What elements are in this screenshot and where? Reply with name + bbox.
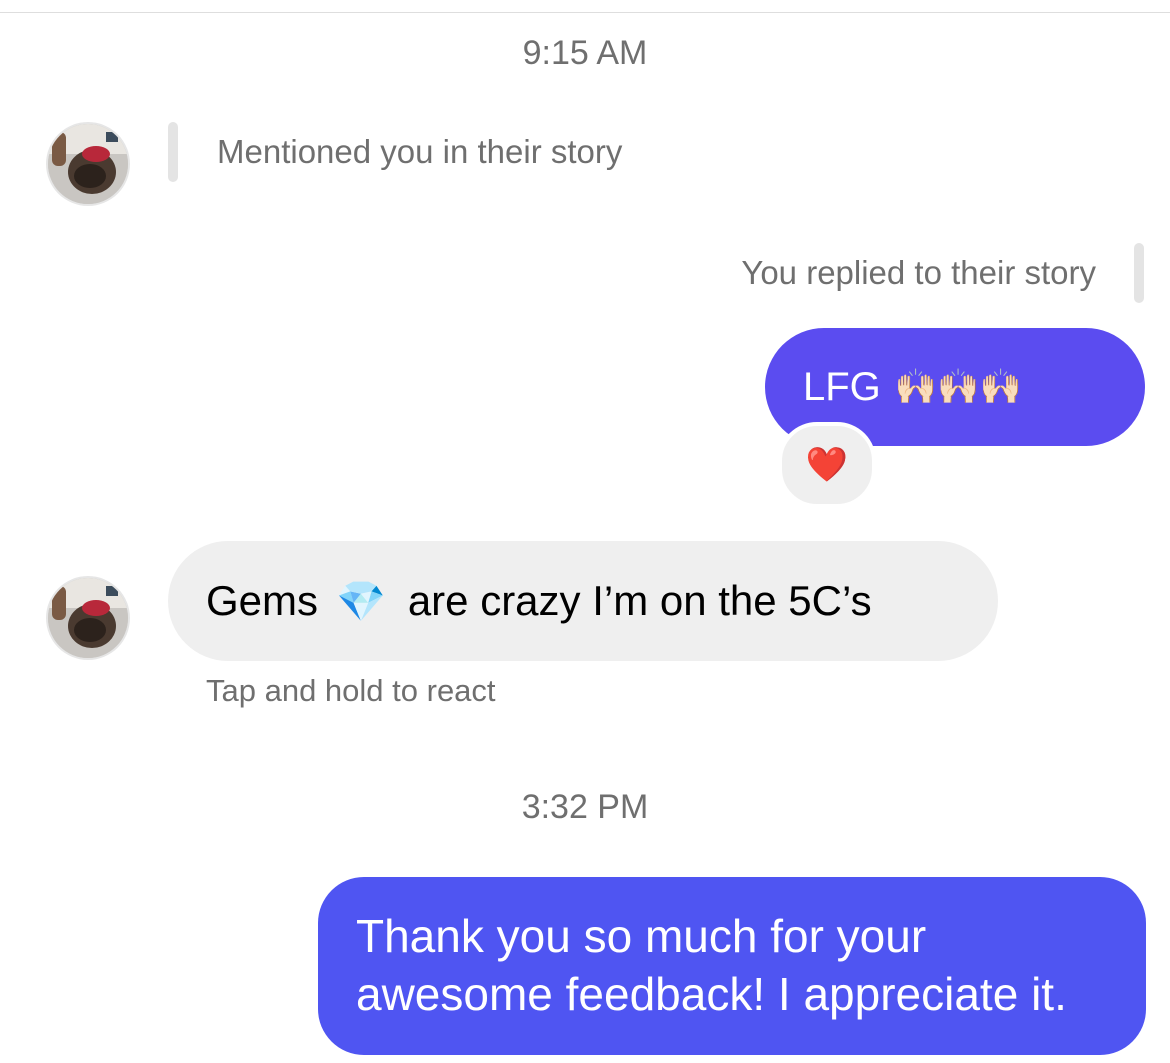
- story-quote-bar: [168, 122, 178, 182]
- message-text-line: awesome feedback! I appreciate it.: [356, 968, 1067, 1020]
- user-avatar-icon: [48, 578, 128, 658]
- user-avatar-icon: [48, 124, 128, 204]
- gem-emoji-icon: 💎: [336, 579, 386, 624]
- outgoing-message-bubble[interactable]: Thank you so much for your awesome feedb…: [318, 877, 1146, 1055]
- story-quote-bar: [1134, 243, 1144, 303]
- sender-avatar[interactable]: [48, 578, 128, 658]
- message-text: are crazy I’m on the 5C’s: [407, 577, 872, 624]
- raised-hands-emoji-icon: 🙌🏻🙌🏻🙌🏻: [894, 368, 1022, 406]
- message-text: LFG: [803, 364, 881, 409]
- top-divider: [0, 12, 1170, 13]
- message-text-line: Thank you so much for your: [356, 910, 927, 962]
- incoming-message-bubble[interactable]: Gems 💎 are crazy I’m on the 5C’s: [168, 541, 998, 661]
- sender-avatar[interactable]: [48, 124, 128, 204]
- timestamp: 3:32 PM: [521, 788, 649, 826]
- message-text: Gems: [206, 577, 319, 624]
- story-mention-label[interactable]: Mentioned you in their story: [217, 133, 622, 171]
- timestamp: 9:15 AM: [522, 34, 648, 72]
- heart-reaction-icon[interactable]: ❤️: [778, 422, 876, 508]
- tap-to-react-hint: Tap and hold to react: [206, 673, 496, 708]
- story-reply-label[interactable]: You replied to their story: [741, 254, 1096, 292]
